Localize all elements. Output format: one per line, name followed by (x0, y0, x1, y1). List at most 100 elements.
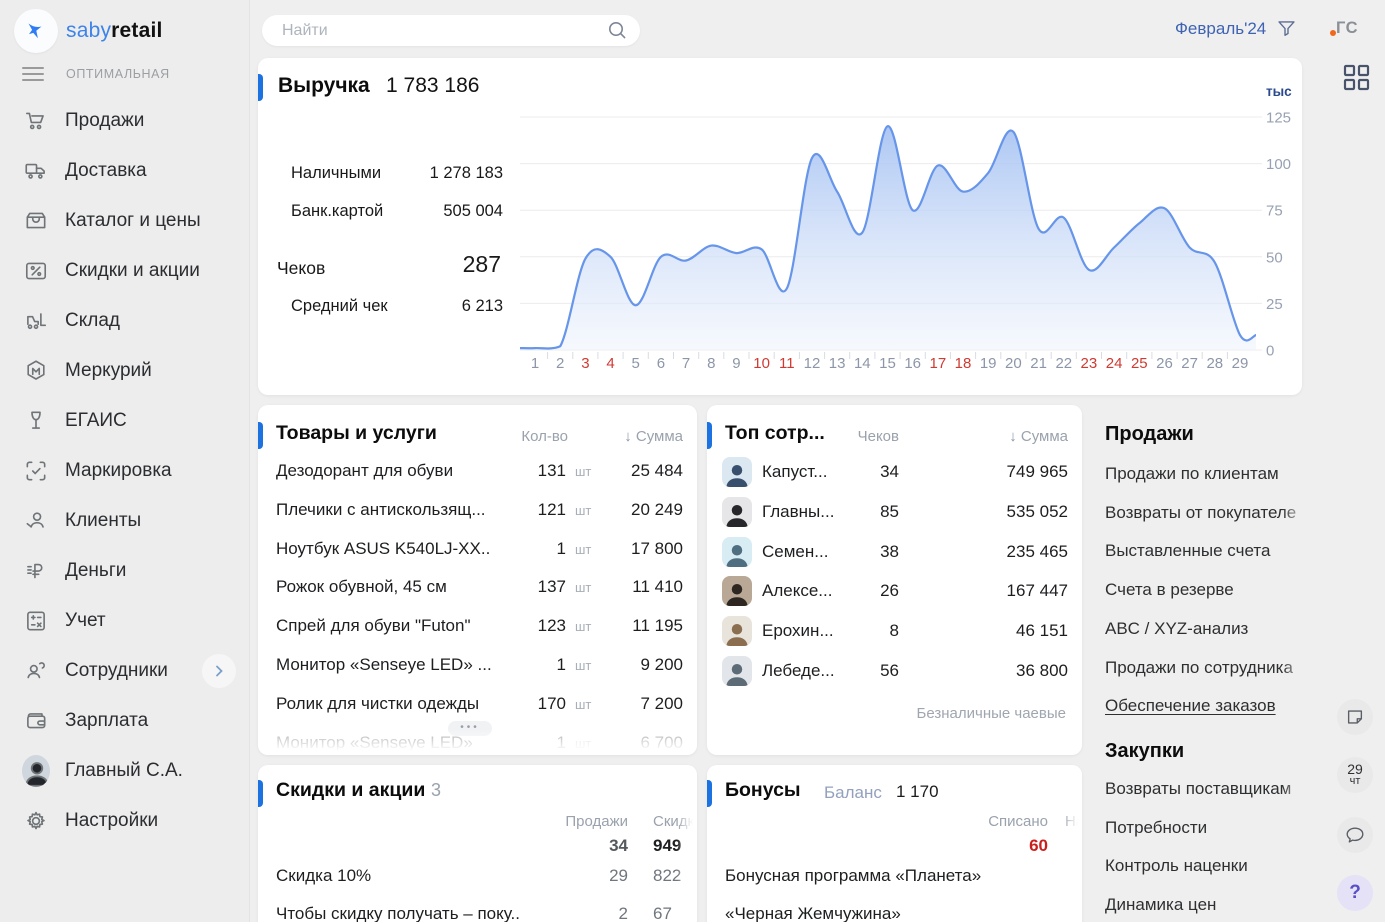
sidebar-item-label: Настройки (65, 810, 158, 832)
sales-link-4[interactable]: Счета в резерве (1105, 580, 1312, 600)
revenue-chart[interactable]: 0255075100125123456789101112131415161718… (520, 100, 1302, 380)
svg-text:26: 26 (1156, 355, 1173, 372)
employees-col-checks[interactable]: Чеков (817, 428, 899, 445)
sales-link-3[interactable]: Выставленные счета (1105, 541, 1312, 561)
menu-burger-icon[interactable] (22, 67, 44, 81)
notes-button[interactable] (1337, 699, 1373, 735)
discounts-col-disc[interactable]: Скидки (653, 813, 697, 830)
nav-purchases-heading[interactable]: Закупки (1105, 740, 1184, 763)
bonuses-title[interactable]: Бонусы (725, 779, 801, 802)
product-qty: 131 (478, 461, 566, 481)
brand-part2: retail (111, 19, 162, 42)
discounts-count: 3 (431, 780, 441, 801)
saby-bird-icon (14, 9, 58, 53)
discounts-title[interactable]: Скидки и акции (276, 779, 425, 802)
filter-funnel-icon[interactable] (1276, 18, 1297, 39)
bonuses-card: Бонусы Баланс 1 170 Списано На 60 Бонусн… (707, 765, 1082, 922)
purchases-link-2[interactable]: Потребности (1105, 818, 1312, 838)
cashless-tips-link[interactable]: Безналичные чаевые (917, 705, 1066, 722)
product-row[interactable]: Ноутбук ASUS K540LJ-XX...1шт17 800 (258, 539, 697, 573)
sidebar-item-label: Зарплата (65, 710, 148, 732)
products-title[interactable]: Товары и услуги (276, 422, 437, 445)
sidebar-item-mercury[interactable]: Меркурий (0, 346, 250, 396)
svg-text:22: 22 (1055, 355, 1072, 372)
discounts-col-sales[interactable]: Продажи (528, 813, 628, 830)
employee-row[interactable]: Семен...38235 465 (707, 537, 1082, 573)
more-rows-button[interactable]: ••• (448, 721, 492, 736)
employees-title[interactable]: Топ сотр... (725, 422, 825, 445)
sidebar-item-cart[interactable]: Продажи (0, 96, 250, 146)
svg-text:29: 29 (1232, 355, 1249, 372)
product-name: Ноутбук ASUS K540LJ-XX... (276, 539, 491, 559)
chevron-right-icon[interactable] (202, 654, 236, 688)
svg-text:25: 25 (1131, 355, 1148, 372)
sidebar-item-forklift[interactable]: Склад (0, 296, 250, 346)
bonus-program-row[interactable]: Бонусная программа «Планета» (725, 866, 981, 886)
sales-link-7[interactable]: Обеспечение заказов (1105, 696, 1312, 716)
product-row[interactable]: Спрей для обуви "Futon"123шт11 195 (258, 616, 697, 650)
sales-link-5[interactable]: ABC / XYZ-анализ (1105, 619, 1312, 639)
sidebar-item-label: Сотрудники (65, 660, 168, 682)
period-selector[interactable]: Февраль'24 (1175, 19, 1266, 39)
account-badge[interactable]: ГС (1336, 19, 1358, 38)
product-name: Спрей для обуви "Futon" (276, 616, 471, 636)
products-col-qty[interactable]: Кол-во (478, 428, 568, 445)
discount-row[interactable]: Чтобы скидку получать – поку...267 (258, 904, 697, 922)
bonuses-col-spent[interactable]: Списано (947, 813, 1048, 830)
avg-check-value: 6 213 (403, 297, 503, 316)
search-icon[interactable] (607, 20, 628, 46)
accent-bar (707, 422, 712, 449)
tasks-badge-button[interactable]: 29 чт (1337, 757, 1373, 793)
sales-link-6[interactable]: Продажи по сотрудника (1105, 658, 1312, 678)
employee-row[interactable]: Лебеде...5636 800 (707, 656, 1082, 692)
revenue-title[interactable]: Выручка (278, 74, 370, 98)
sidebar-item-catalog[interactable]: Каталог и цены (0, 196, 250, 246)
sidebar-item-avatar[interactable]: Главный С.А. (0, 746, 250, 796)
sidebar-item-money[interactable]: Деньги (0, 546, 250, 596)
sidebar-item-marking[interactable]: Маркировка (0, 446, 250, 496)
employees-col-sum[interactable]: ↓ Сумма (962, 428, 1068, 445)
search-input[interactable] (280, 15, 590, 46)
bonuses-balance-label: Баланс (824, 783, 882, 803)
sidebar-item-wallet[interactable]: Зарплата (0, 696, 250, 746)
chat-button[interactable] (1337, 817, 1373, 853)
bonus-program-row[interactable]: «Черная Жемчужина» (725, 904, 901, 922)
bonuses-total-spent: 60 (947, 836, 1048, 856)
sidebar-item-wineglass[interactable]: ЕГАИС (0, 396, 250, 446)
product-sum: 11 195 (588, 616, 683, 636)
sidebar-item-clients[interactable]: Клиенты (0, 496, 250, 546)
apps-grid-icon[interactable] (1343, 64, 1370, 96)
product-row[interactable]: Рожок обувной, 45 см137шт11 410 (258, 577, 697, 611)
nav-sales-heading[interactable]: Продажи (1105, 423, 1194, 446)
sidebar-item-staff[interactable]: Сотрудники (0, 646, 250, 696)
sales-link-2[interactable]: Возвраты от покупателе (1105, 503, 1312, 523)
products-col-sum[interactable]: ↓ Сумма (588, 428, 683, 445)
discount-amount: 67 (653, 904, 672, 922)
employee-row[interactable]: Капуст...34749 965 (707, 457, 1082, 493)
product-name: Монитор «Senseye LED» (276, 733, 473, 753)
sidebar-item-calc[interactable]: Учет (0, 596, 250, 646)
product-row[interactable]: Плечики с антискользящ...121шт20 249 (258, 500, 697, 534)
product-qty: 123 (478, 616, 566, 636)
employee-row[interactable]: Главны...85535 052 (707, 497, 1082, 533)
sidebar-item-gear[interactable]: Настройки (0, 796, 250, 846)
discount-row[interactable]: Скидка 10%29822 (258, 866, 697, 898)
product-row[interactable]: Дезодорант для обуви131шт25 484 (258, 461, 697, 495)
truck-icon (22, 157, 50, 185)
sidebar-item-percent[interactable]: Скидки и акции (0, 246, 250, 296)
discount-amount: 822 (653, 866, 681, 886)
help-button[interactable]: ? (1337, 875, 1373, 911)
sidebar-item-truck[interactable]: Доставка (0, 146, 250, 196)
purchases-link-1[interactable]: Возвраты поставщикам (1105, 779, 1312, 799)
badge-caption: чт (1350, 776, 1361, 787)
bonuses-col-accrued[interactable]: На (1065, 813, 1082, 830)
purchases-link-4[interactable]: Динамика цен (1105, 895, 1312, 915)
employee-avatar (722, 616, 752, 646)
sales-link-1[interactable]: Продажи по клиентам (1105, 464, 1312, 484)
app-logo[interactable]: sabyretail (14, 8, 163, 54)
product-row[interactable]: Монитор «Senseye LED» ...1шт9 200 (258, 655, 697, 689)
employee-row[interactable]: Алексе...26167 447 (707, 576, 1082, 612)
purchases-link-3[interactable]: Контроль наценки (1105, 856, 1312, 876)
employee-row[interactable]: Ерохин...846 151 (707, 616, 1082, 652)
svg-text:11: 11 (779, 355, 795, 372)
